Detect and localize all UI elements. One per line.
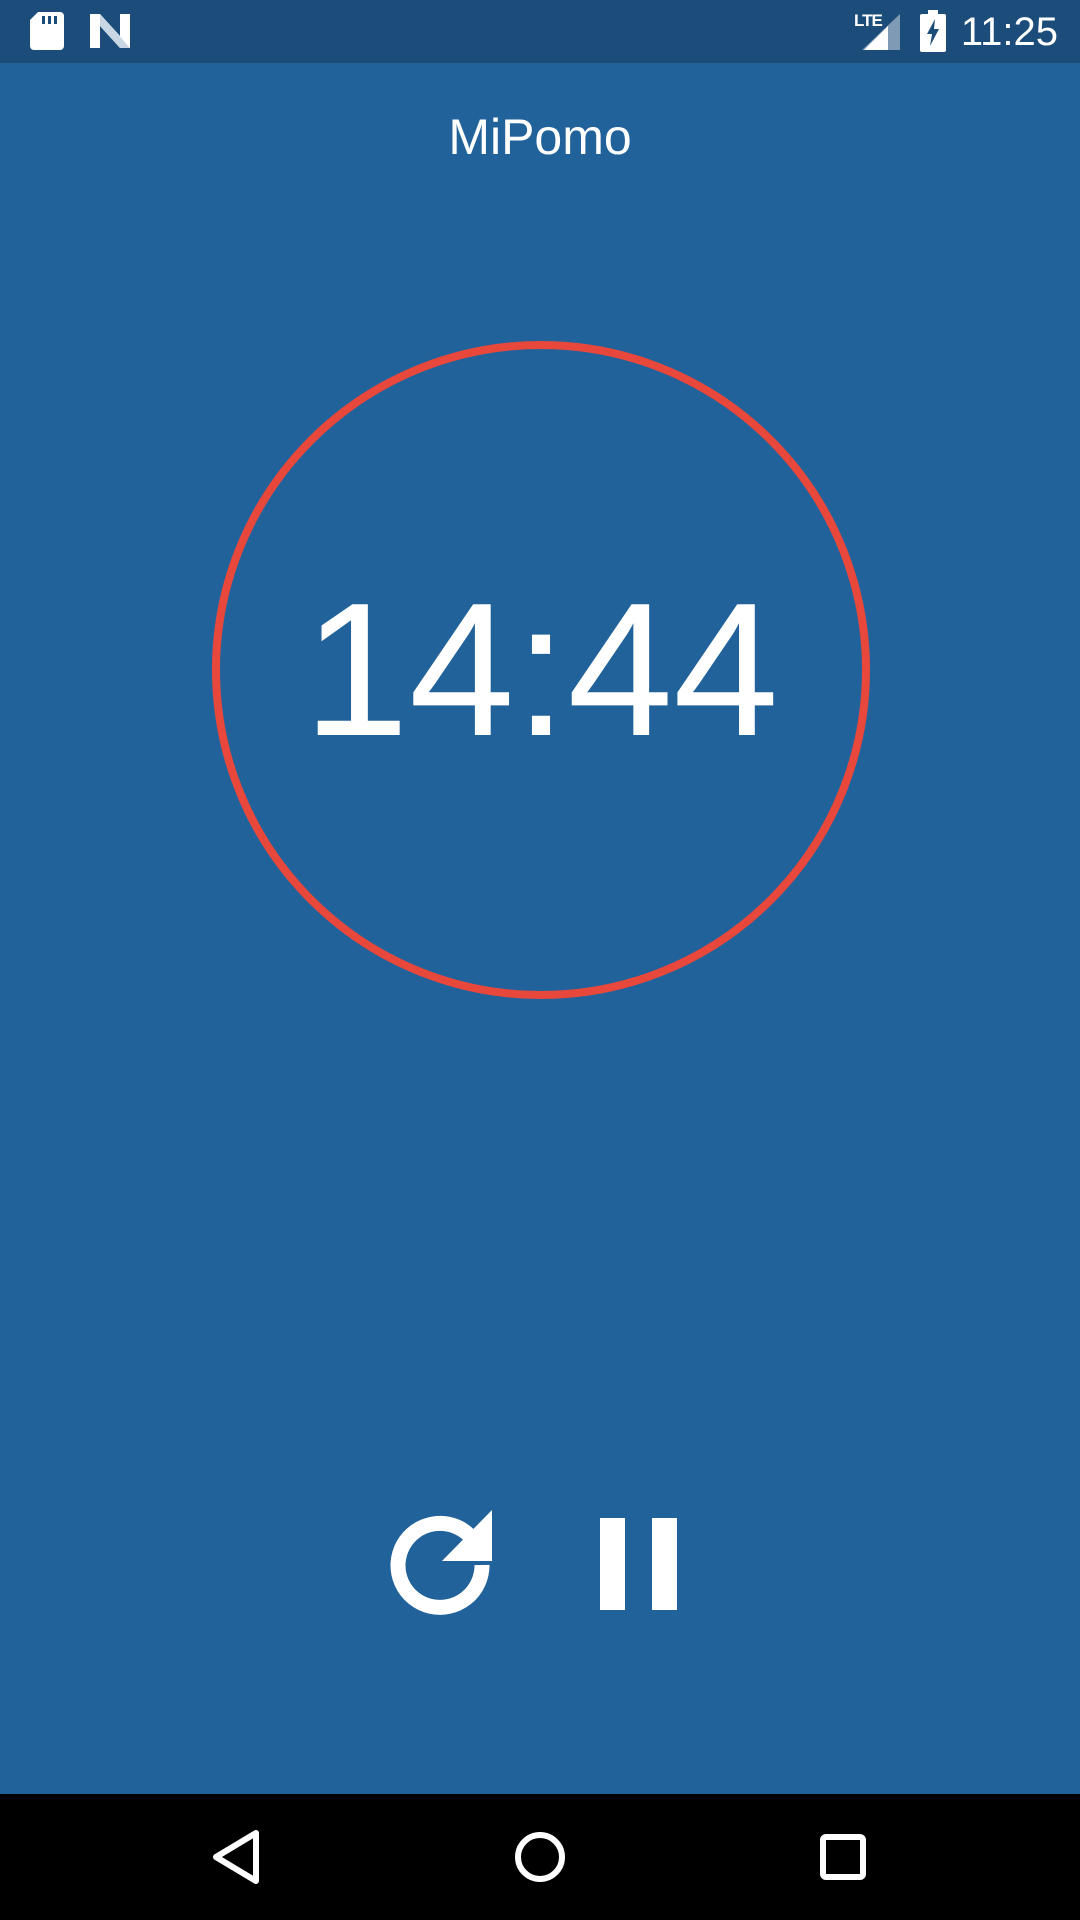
nav-recents-button[interactable] <box>805 1819 881 1895</box>
recents-icon <box>820 1834 866 1880</box>
battery-charging-icon <box>920 10 946 52</box>
pause-button[interactable] <box>590 1510 690 1620</box>
app-title: MiPomo <box>448 109 632 165</box>
reset-icon <box>390 1510 492 1615</box>
signal-icon <box>862 14 900 50</box>
timer-display: 14:44 <box>303 564 779 776</box>
home-icon <box>515 1832 565 1882</box>
back-icon <box>213 1830 259 1884</box>
n-logo-icon <box>90 14 130 48</box>
pause-icon <box>600 1518 677 1610</box>
navigation-bar <box>0 1794 1080 1920</box>
nav-home-button[interactable] <box>502 1819 578 1895</box>
status-bar: LTE 11:25 <box>0 0 1080 63</box>
sd-card-icon <box>30 12 64 50</box>
status-clock: 11:25 <box>960 10 1058 54</box>
reset-button[interactable] <box>380 1505 500 1625</box>
app-screen: LTE 11:25 MiPomo 14:44 <box>0 0 1080 1920</box>
nav-back-button[interactable] <box>198 1819 274 1895</box>
